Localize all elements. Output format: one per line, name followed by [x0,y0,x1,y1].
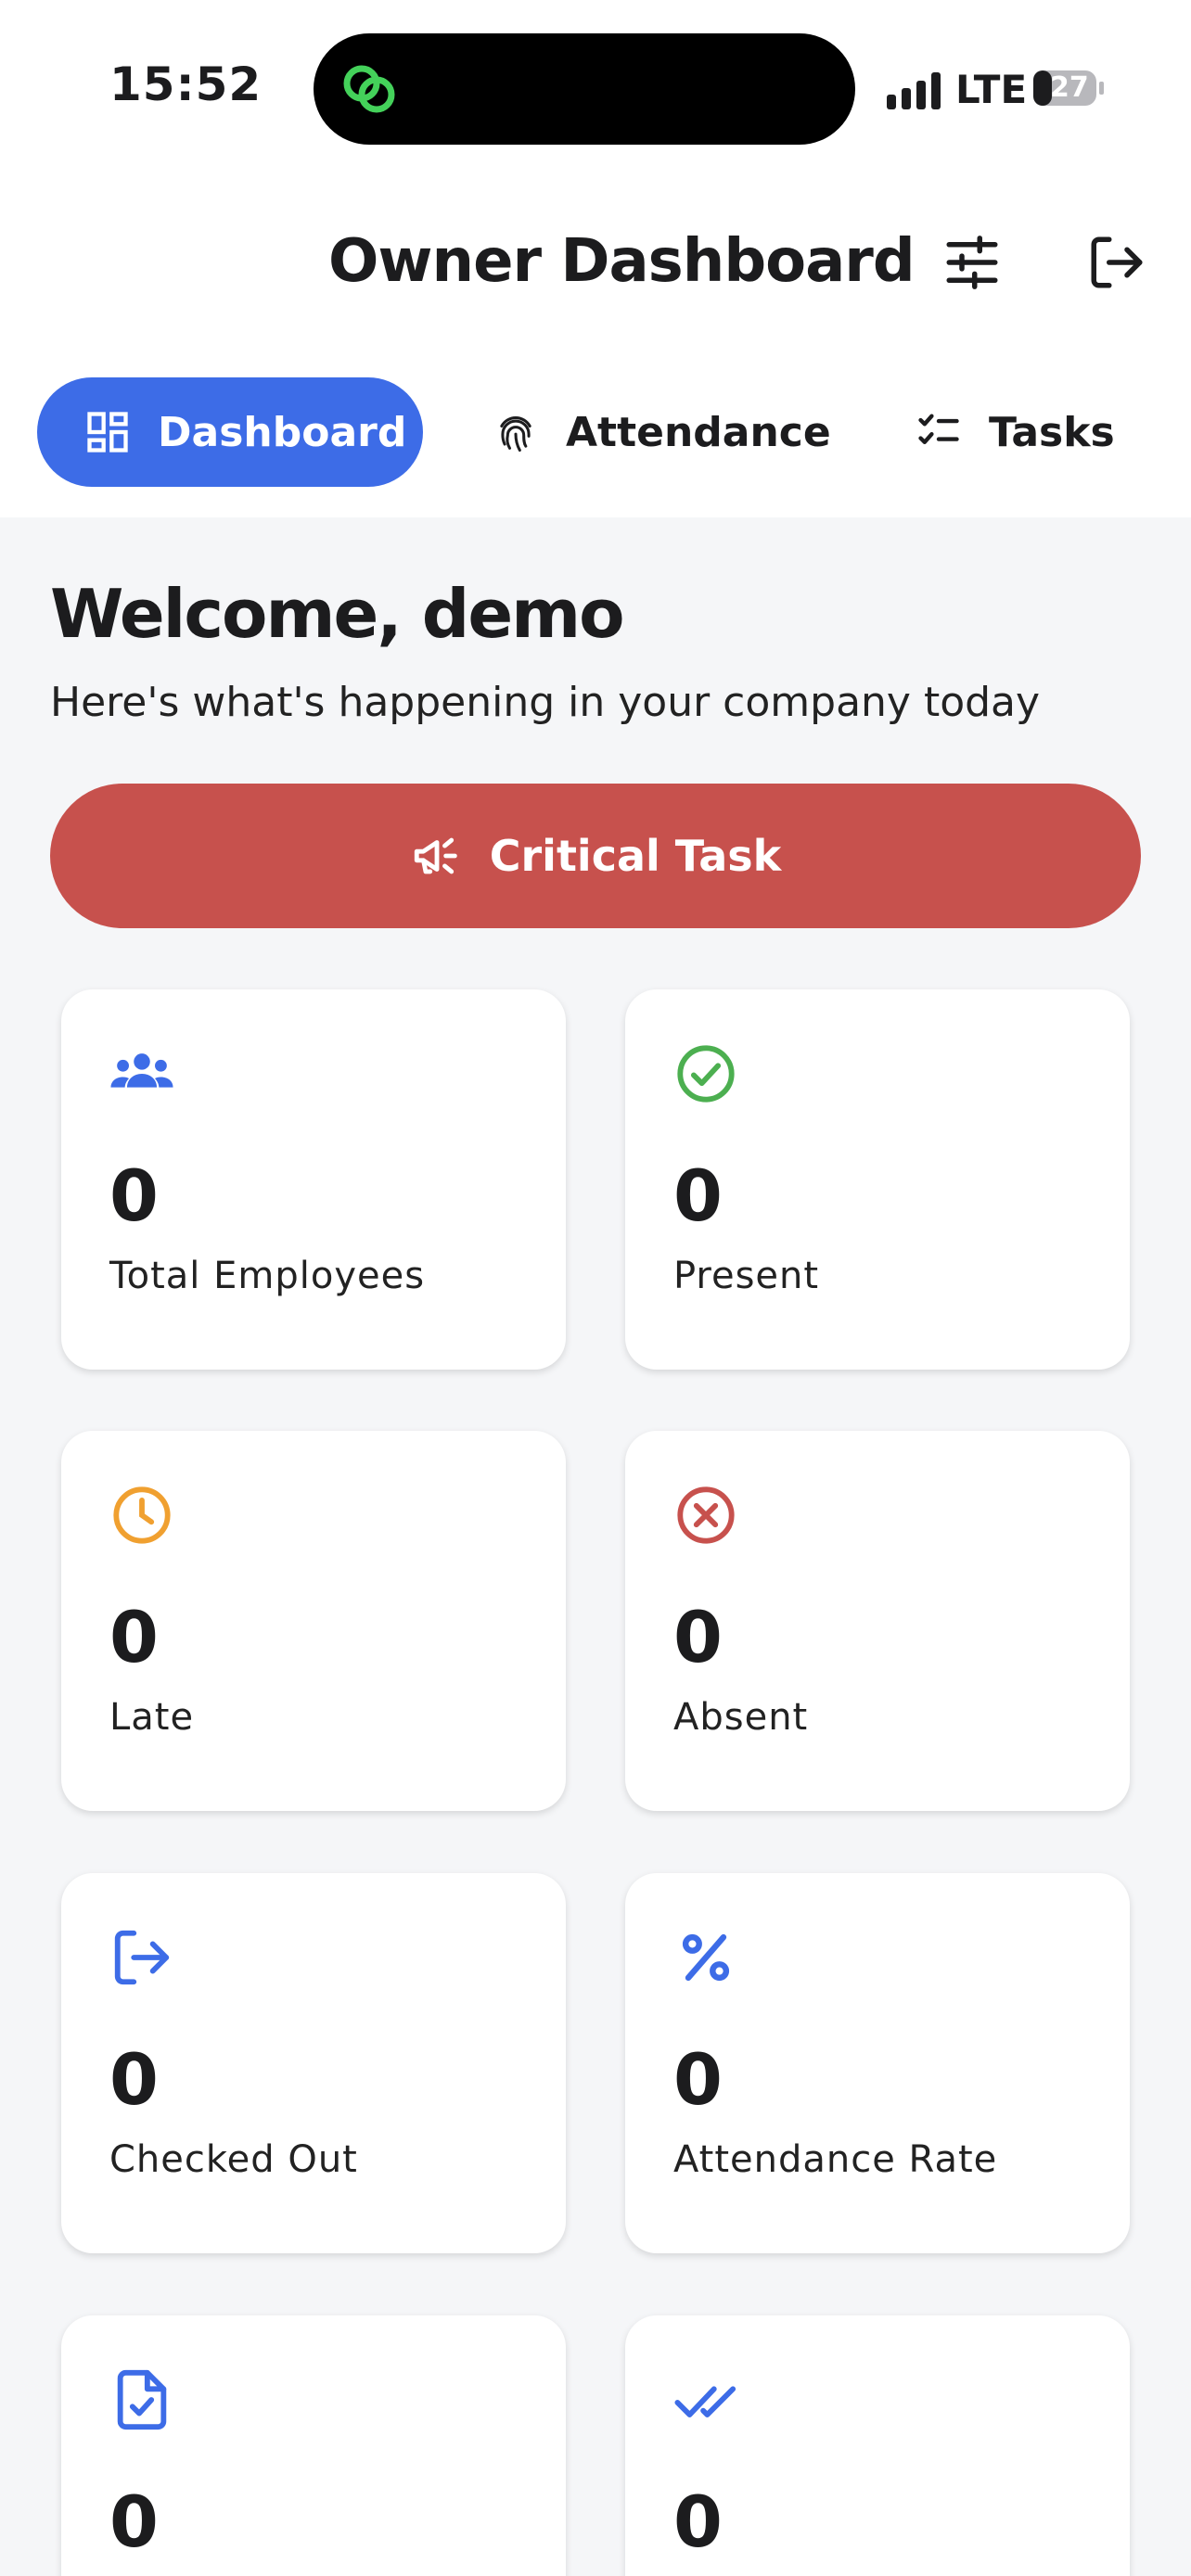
linked-rings-icon [343,65,395,113]
megaphone-icon [414,837,457,874]
stat-card-total-employees[interactable]: 0 Total Employees [61,989,566,1370]
sliders-icon [946,236,998,289]
network-type: LTE [955,67,1028,112]
tab-dashboard[interactable]: Dashboard [37,377,423,487]
logout-button[interactable] [1082,227,1152,298]
filter-button[interactable] [937,227,1007,298]
stat-label: Present [673,1255,820,1297]
fingerprint-icon [500,416,531,453]
battery-level: 27 [1050,71,1089,104]
welcome-heading: Welcome, demo [50,575,625,653]
critical-task-button[interactable]: Critical Task [50,784,1141,928]
logout-icon [1091,236,1143,288]
stat-label: Total Employees [109,1255,426,1297]
task-document-icon [117,2369,167,2430]
stat-value: 0 [109,1154,159,1237]
status-time: 15:52 [109,57,263,111]
dynamic-island [314,33,855,145]
stat-value: 0 [673,2480,723,2563]
stat-label: Checked Out [109,2138,358,2181]
percent-icon [682,1933,730,1982]
group-icon [110,1053,173,1088]
tab-label: Attendance [566,408,831,456]
stat-label: Late [109,1696,195,1739]
stat-value: 0 [673,1596,723,1678]
page-title: Owner Dashboard [328,227,916,296]
welcome-subtitle: Here's what's happening in your company … [50,679,1041,726]
stat-label: Absent [673,1696,809,1739]
stat-value: 0 [109,2038,159,2121]
stat-value: 0 [673,2038,723,2121]
dashboard-grid-icon [87,412,128,453]
checklist-icon [918,414,959,444]
tab-tasks[interactable]: Tasks [915,377,1115,487]
tab-label: Dashboard [158,408,407,456]
stat-card-late[interactable]: 0 Late [61,1431,566,1811]
stat-value: 0 [673,1154,723,1237]
tab-attendance[interactable]: Attendance [492,377,831,487]
stat-value: 0 [109,2480,159,2563]
tab-label: Tasks [989,408,1115,456]
stat-card-absent[interactable]: 0 Absent [625,1431,1130,1811]
critical-task-label: Critical Task [489,831,782,881]
signal-icon [887,72,941,109]
check-circle-icon [677,1045,735,1103]
stat-card-present[interactable]: 0 Present [625,989,1130,1370]
stat-label: Attendance Rate [673,2138,998,2181]
battery-icon: 27 [1031,69,1106,108]
stat-card-attendance-rate[interactable]: 0 Attendance Rate [625,1873,1130,2253]
double-check-icon [674,2386,736,2417]
stat-card-checked-out[interactable]: 0 Checked Out [61,1873,566,2253]
logout-icon [114,1930,170,1985]
stat-card-tasks[interactable]: 0 [61,2315,566,2576]
stat-value: 0 [109,1596,159,1678]
cancel-circle-icon [677,1486,735,1544]
clock-icon [113,1486,171,1544]
stat-card-completed[interactable]: 0 [625,2315,1130,2576]
